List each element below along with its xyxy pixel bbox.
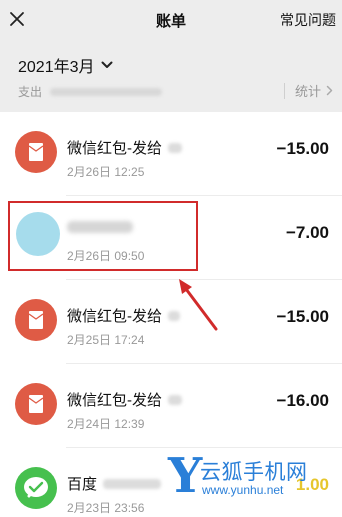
red-packet-icon: [15, 299, 57, 341]
transaction-amount: −15.00: [276, 307, 329, 326]
annotation-arrow-icon: [179, 279, 218, 331]
expense-total-redacted: [50, 87, 163, 96]
stats-link[interactable]: 统计: [283, 81, 333, 100]
watermark-brand: 云狐手机网: [200, 461, 308, 484]
transaction-name: 微信红包-发给: [67, 137, 182, 158]
divider: [283, 82, 285, 99]
transaction-date: 2月26日 12:25: [67, 165, 145, 179]
transaction-name: 微信红包-发给: [67, 389, 182, 410]
month-selector[interactable]: 2021年3月: [18, 53, 113, 77]
redacted-text: [168, 394, 182, 405]
watermark-logo: Y 云狐手机网 www.yunhu.net: [168, 448, 342, 504]
faq-link[interactable]: 常见问题: [280, 10, 336, 30]
transaction-date: 2月24日 12:39: [67, 417, 145, 431]
transaction-amount: −7.00: [285, 223, 329, 242]
chevron-right-icon: [326, 85, 333, 96]
annotation-highlight-box: [8, 201, 198, 271]
transaction-name: 微信红包-发给: [67, 305, 180, 326]
transaction-amount: −16.00: [276, 391, 329, 410]
stats-label: 统计: [294, 84, 321, 99]
red-packet-icon: [15, 131, 57, 173]
redacted-text: [168, 142, 182, 153]
transaction-date: 2月23日 23:56: [67, 501, 145, 515]
transaction-row[interactable]: 微信红包-发给 2月24日 12:39 −16.00: [0, 364, 342, 448]
month-header: 2021年3月 支出 统计: [0, 38, 342, 112]
transaction-date: 2月25日 17:24: [67, 333, 145, 347]
transaction-row[interactable]: 微信红包-发给 2月26日 12:25 −15.00: [0, 112, 342, 196]
expense-label: 支出: [18, 85, 43, 99]
red-packet-icon: [15, 383, 57, 425]
watermark-url: www.yunhu.net: [202, 483, 284, 497]
expense-summary: 支出: [18, 83, 163, 100]
transaction-amount: −15.00: [276, 139, 329, 158]
wechat-pay-icon: [15, 467, 57, 509]
redacted-text: [103, 478, 162, 489]
title-bar: 账单 常见问题: [0, 0, 342, 38]
watermark-y-icon: Y: [168, 448, 203, 504]
chevron-down-icon: [101, 61, 112, 68]
transaction-name: 百度: [67, 473, 162, 494]
month-label: 2021年3月: [18, 59, 95, 76]
